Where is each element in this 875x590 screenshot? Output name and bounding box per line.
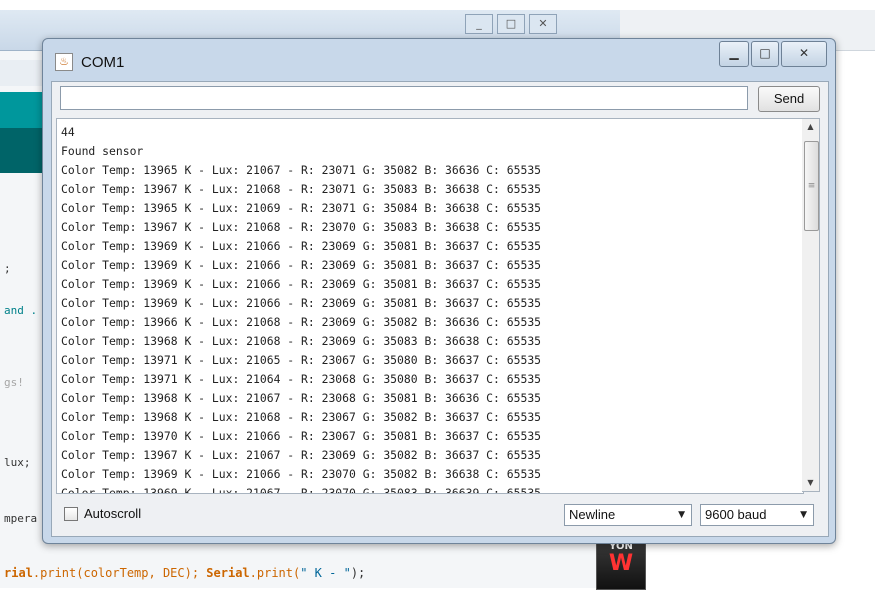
code-fragment: lux;: [4, 456, 31, 469]
output-line: Color Temp: 13971 K - Lux: 21064 - R: 23…: [61, 372, 542, 386]
code-fragment: mpera: [4, 512, 38, 525]
background-minimize-icon[interactable]: _: [465, 14, 493, 34]
minimize-button[interactable]: ▁: [719, 41, 749, 67]
window-controls: ▁ □ ✕: [717, 41, 827, 67]
code-line-bottom: rial.print(colorTemp, DEC); Serial.print…: [4, 566, 365, 580]
code-token: );: [350, 566, 366, 580]
output-lines: 44 Found sensor Color Temp: 13965 K - Lux:…: [61, 123, 542, 494]
output-line: Color Temp: 13969 K - Lux: 21066 - R: 23…: [61, 296, 542, 310]
code-token: rial: [4, 566, 33, 580]
close-icon: ✕: [798, 46, 810, 60]
baud-rate-select[interactable]: 9600 baud ▼: [700, 504, 814, 526]
code-token: .print(: [249, 566, 301, 580]
send-button[interactable]: Send: [758, 86, 820, 112]
output-line: Color Temp: 13965 K - Lux: 21069 - R: 23…: [61, 201, 542, 215]
chevron-down-icon: ▼: [678, 510, 685, 520]
line-ending-value: Newline: [569, 507, 616, 522]
minimize-icon: ▁: [729, 46, 739, 60]
window-title: COM1: [81, 53, 125, 71]
close-button[interactable]: ✕: [781, 41, 827, 67]
scroll-thumb[interactable]: ≡: [804, 141, 819, 231]
output-line: Color Temp: 13967 K - Lux: 21067 - R: 23…: [61, 448, 542, 462]
line-ending-select[interactable]: Newline ▼: [564, 504, 692, 526]
code-token: Serial: [206, 566, 250, 580]
vertical-scrollbar[interactable]: ▲ ≡ ▼: [802, 118, 820, 492]
output-line: Color Temp: 13968 K - Lux: 21067 - R: 23…: [61, 391, 542, 405]
output-line: Color Temp: 13969 K - Lux: 21067 - R: 23…: [61, 486, 542, 494]
java-cup-icon: ♨: [55, 53, 73, 71]
serial-content-panel: Send 44 Found sensor Color Temp: 13965 K -…: [51, 81, 829, 537]
output-line: Color Temp: 13969 K - Lux: 21066 - R: 23…: [61, 239, 542, 253]
output-line: Color Temp: 13971 K - Lux: 21065 - R: 23…: [61, 353, 542, 367]
output-line: Color Temp: 13967 K - Lux: 21068 - R: 23…: [61, 220, 542, 234]
maximize-button[interactable]: □: [751, 41, 779, 67]
output-line: Found sensor: [61, 144, 144, 158]
thumbnail-glyph: W: [608, 551, 634, 576]
output-line: Color Temp: 13970 K - Lux: 21066 - R: 23…: [61, 429, 542, 443]
code-fragment: ;: [4, 262, 11, 275]
maximize-icon: □: [759, 46, 771, 60]
serial-output[interactable]: 44 Found sensor Color Temp: 13965 K - Lux:…: [56, 118, 804, 494]
output-line: Color Temp: 13969 K - Lux: 21066 - R: 23…: [61, 258, 542, 272]
autoscroll-checkbox[interactable]: [64, 507, 78, 521]
code-fragment: gs!: [4, 376, 24, 389]
output-line: 44: [61, 125, 75, 139]
chevron-down-icon: ▼: [800, 510, 807, 520]
baud-rate-value: 9600 baud: [705, 507, 767, 522]
output-line: Color Temp: 13968 K - Lux: 21068 - R: 23…: [61, 410, 542, 424]
output-line: Color Temp: 13968 K - Lux: 21068 - R: 23…: [61, 334, 542, 348]
autoscroll-label: Autoscroll: [84, 506, 142, 521]
scroll-up-icon[interactable]: ▲: [802, 119, 819, 135]
code-token: .print(colorTemp, DEC);: [32, 566, 207, 580]
output-line: Color Temp: 13965 K - Lux: 21067 - R: 23…: [61, 163, 542, 177]
window-titlebar: ♨ COM1: [55, 49, 124, 75]
output-line: Color Temp: 13969 K - Lux: 21066 - R: 23…: [61, 467, 542, 481]
serial-monitor-window: ♨ COM1 ▁ □ ✕ Send 44 Found sensor Color Te…: [42, 38, 836, 544]
output-line: Color Temp: 13969 K - Lux: 21066 - R: 23…: [61, 277, 542, 291]
serial-bottom-bar: Autoscroll Newline ▼ 9600 baud ▼: [52, 498, 828, 534]
scroll-down-icon[interactable]: ▼: [802, 475, 819, 491]
output-line: Color Temp: 13967 K - Lux: 21068 - R: 23…: [61, 182, 542, 196]
background-window-controls: _ □ ✕: [465, 14, 561, 34]
background-close-icon[interactable]: ✕: [529, 14, 557, 34]
output-line: Color Temp: 13966 K - Lux: 21068 - R: 23…: [61, 315, 542, 329]
code-fragment: and .: [4, 304, 38, 317]
send-input[interactable]: [60, 86, 748, 110]
taskbar-thumbnail[interactable]: YON W: [596, 540, 646, 590]
code-token: " K - ": [300, 566, 351, 580]
background-maximize-icon[interactable]: □: [497, 14, 525, 34]
